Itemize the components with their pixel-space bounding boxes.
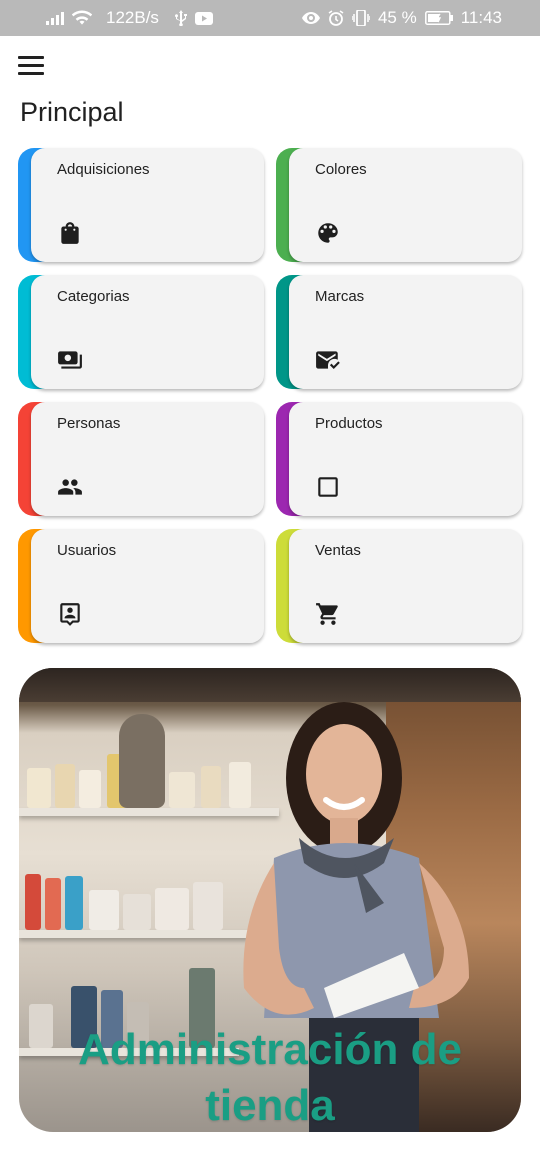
card-body: Adquisiciones bbox=[31, 148, 264, 262]
network-speed: 122B/s bbox=[106, 8, 159, 27]
product-box bbox=[155, 888, 189, 930]
card-categorias[interactable]: Categorias bbox=[18, 275, 264, 389]
battery-level: 45 % bbox=[377, 8, 417, 27]
card-label: Productos bbox=[315, 415, 383, 432]
mark-email-read-icon bbox=[315, 347, 341, 373]
shopping-cart-icon bbox=[315, 601, 341, 627]
usb-icon bbox=[174, 10, 187, 26]
signal-icon bbox=[46, 11, 64, 25]
card-body: Marcas bbox=[289, 275, 522, 389]
product-bottle bbox=[27, 768, 51, 808]
check-box-outline-icon bbox=[315, 474, 341, 500]
card-label: Adquisiciones bbox=[57, 161, 150, 178]
store-banner: Administración de tienda bbox=[19, 668, 521, 1132]
product-bottle bbox=[79, 770, 101, 808]
card-ventas[interactable]: Ventas bbox=[276, 529, 522, 643]
module-grid: Adquisiciones Colores Categorias Marcas bbox=[18, 148, 522, 643]
card-label: Marcas bbox=[315, 288, 365, 305]
buddha-statue bbox=[119, 714, 165, 808]
status-bar: 122B/s 45 % 11:43 bbox=[0, 0, 540, 36]
card-label: Categorias bbox=[57, 288, 130, 305]
card-colores[interactable]: Colores bbox=[276, 148, 522, 262]
contact-page-icon bbox=[57, 601, 83, 627]
alarm-icon bbox=[328, 10, 344, 26]
card-body: Colores bbox=[289, 148, 522, 262]
card-body: Categorias bbox=[31, 275, 264, 389]
card-label: Ventas bbox=[315, 542, 361, 559]
card-productos[interactable]: Productos bbox=[276, 402, 522, 516]
card-marcas[interactable]: Marcas bbox=[276, 275, 522, 389]
shopping-bag-icon bbox=[57, 220, 83, 246]
status-left: 122B/s bbox=[46, 8, 213, 28]
product-box bbox=[89, 890, 119, 930]
wifi-icon bbox=[72, 10, 92, 26]
product-tube bbox=[25, 874, 41, 930]
clock: 11:43 bbox=[460, 8, 502, 27]
card-label: Usuarios bbox=[57, 542, 117, 559]
product-box bbox=[123, 894, 151, 930]
youtube-icon bbox=[194, 11, 213, 25]
people-icon bbox=[57, 474, 83, 500]
card-body: Productos bbox=[289, 402, 522, 516]
menu-icon[interactable] bbox=[18, 56, 44, 78]
card-personas[interactable]: Personas bbox=[18, 402, 264, 516]
product-bottle bbox=[55, 764, 75, 808]
battery-icon bbox=[424, 11, 453, 25]
banner-title: Administración de tienda bbox=[19, 1022, 521, 1132]
card-label: Colores bbox=[315, 161, 367, 178]
banner-title-line1: Administración de bbox=[78, 1025, 462, 1074]
card-body: Ventas bbox=[289, 529, 522, 643]
product-tube bbox=[65, 876, 83, 930]
status-right: 45 % 11:43 bbox=[301, 8, 502, 28]
banner-title-line2: tienda bbox=[205, 1081, 335, 1130]
product-tube bbox=[45, 878, 61, 930]
eye-icon bbox=[301, 12, 320, 24]
palette-icon bbox=[315, 220, 341, 246]
card-body: Personas bbox=[31, 402, 264, 516]
card-label: Personas bbox=[57, 415, 121, 432]
card-adquisiciones[interactable]: Adquisiciones bbox=[18, 148, 264, 262]
local-atm-icon bbox=[57, 347, 83, 373]
card-body: Usuarios bbox=[31, 529, 264, 643]
page-title: Principal bbox=[20, 97, 124, 127]
vibrate-icon bbox=[351, 10, 370, 26]
card-usuarios[interactable]: Usuarios bbox=[18, 529, 264, 643]
product-bottle bbox=[169, 772, 195, 808]
